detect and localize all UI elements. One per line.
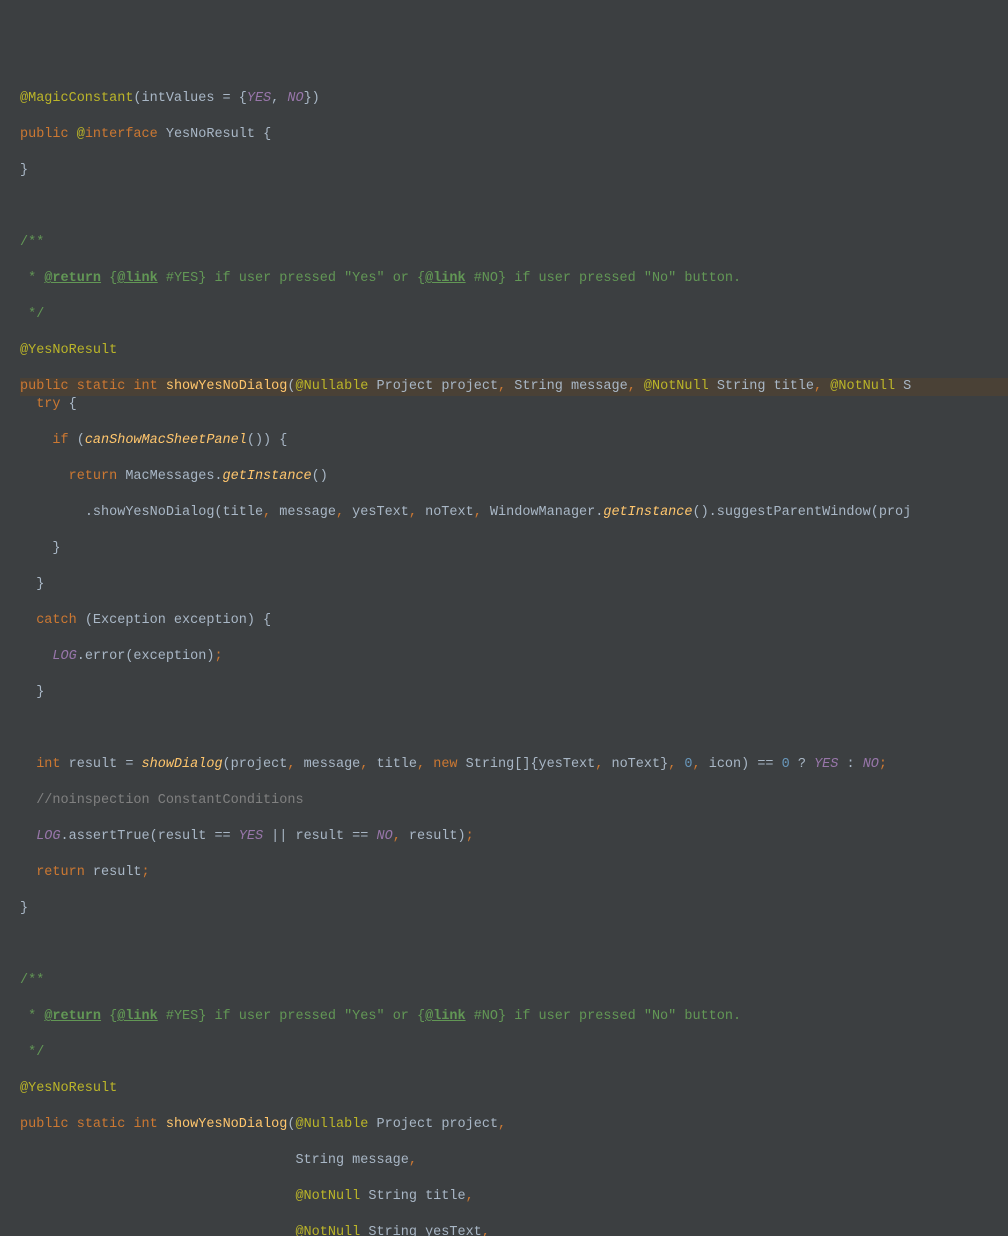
- code-line[interactable]: try {: [20, 396, 1008, 414]
- code-line[interactable]: * @return {@link #YES} if user pressed "…: [20, 270, 1008, 288]
- javadoc-tag: @return: [44, 271, 101, 286]
- code-line[interactable]: if (canShowMacSheetPanel()) {: [20, 432, 1008, 450]
- code-line[interactable]: return result;: [20, 864, 1008, 882]
- code-editor[interactable]: @MagicConstant(intValues = {YES, NO}) pu…: [0, 72, 1008, 1236]
- annotation: @MagicConstant: [20, 91, 133, 106]
- code-line[interactable]: LOG.error(exception);: [20, 648, 1008, 666]
- code-line[interactable]: }: [20, 162, 1008, 180]
- code-line[interactable]: return MacMessages.getInstance(): [20, 468, 1008, 486]
- code-line[interactable]: @MagicConstant(intValues = {YES, NO}): [20, 90, 1008, 108]
- code-line[interactable]: public @interface YesNoResult {: [20, 126, 1008, 144]
- code-line[interactable]: String message,: [20, 1152, 1008, 1170]
- code-line[interactable]: @YesNoResult: [20, 342, 1008, 360]
- code-line[interactable]: @NotNull String yesText,: [20, 1224, 1008, 1236]
- code-line[interactable]: }: [20, 684, 1008, 702]
- code-line[interactable]: int result = showDialog(project, message…: [20, 756, 1008, 774]
- code-line[interactable]: }: [20, 576, 1008, 594]
- code-line[interactable]: * @return {@link #YES} if user pressed "…: [20, 1008, 1008, 1026]
- method-name: showYesNoDialog: [166, 1117, 288, 1132]
- code-line[interactable]: LOG.assertTrue(result == YES || result =…: [20, 828, 1008, 846]
- comment: //noinspection ConstantConditions: [36, 793, 303, 808]
- annotation: @YesNoResult: [20, 1081, 117, 1096]
- code-line[interactable]: @YesNoResult: [20, 1080, 1008, 1098]
- code-line[interactable]: catch (Exception exception) {: [20, 612, 1008, 630]
- code-line[interactable]: /**: [20, 972, 1008, 990]
- blank-line[interactable]: [20, 936, 1008, 954]
- code-line[interactable]: */: [20, 306, 1008, 324]
- annotation: @YesNoResult: [20, 343, 117, 358]
- code-line[interactable]: public static int showYesNoDialog(@Nulla…: [20, 1116, 1008, 1134]
- code-line[interactable]: }: [20, 900, 1008, 918]
- code-line[interactable]: */: [20, 1044, 1008, 1062]
- blank-line[interactable]: [20, 720, 1008, 738]
- javadoc: /**: [20, 235, 44, 250]
- code-line[interactable]: //noinspection ConstantConditions: [20, 792, 1008, 810]
- code-line[interactable]: .showYesNoDialog(title, message, yesText…: [20, 504, 1008, 522]
- code-line[interactable]: @NotNull String title,: [20, 1188, 1008, 1206]
- code-line[interactable]: /**: [20, 234, 1008, 252]
- highlighted-line[interactable]: public static int showYesNoDialog(@Nulla…: [20, 378, 1008, 396]
- blank-line[interactable]: [20, 198, 1008, 216]
- code-line[interactable]: }: [20, 540, 1008, 558]
- method-name: showYesNoDialog: [166, 379, 288, 394]
